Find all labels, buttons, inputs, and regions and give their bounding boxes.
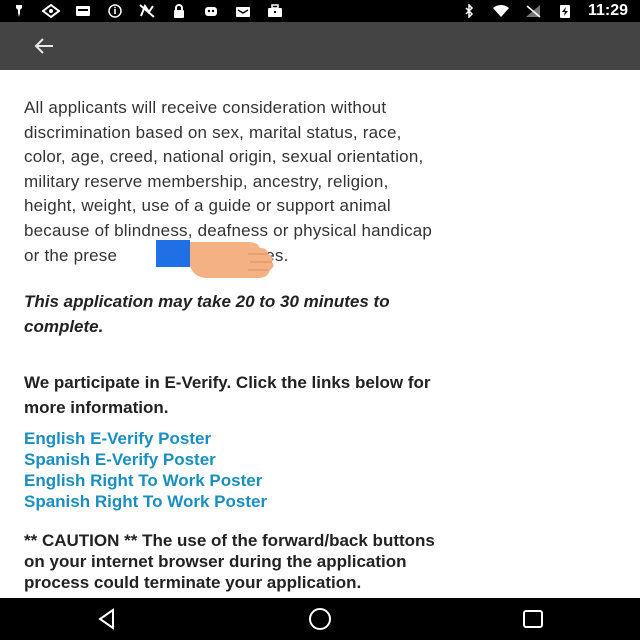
wifi-icon [492,4,510,18]
mail-icon [234,4,252,18]
caution-line: process could terminate your application… [24,573,362,593]
status-bar: 11:29 [0,0,640,22]
pointing-hand-icon [190,242,274,278]
link-spanish-right-to-work-poster[interactable]: Spanish Right To Work Poster [24,491,616,512]
back-triangle-icon [97,608,114,630]
home-circle-icon [308,608,331,630]
link-english-right-to-work-poster[interactable]: English Right To Work Poster [24,470,616,491]
poster-links: English E-Verify Poster Spanish E-Verify… [24,428,616,512]
main-content[interactable]: All applicants will receive consideratio… [24,96,616,598]
eeo-statement: All applicants will receive consideratio… [24,96,616,268]
eeo-line: military reserve membership, ancestry, r… [24,171,389,191]
time-note-line: This application may take 20 to 30 minut… [24,292,390,312]
everify-line: more information. [24,397,169,417]
arrow-left-icon [34,38,53,54]
touch-marker [156,240,190,267]
card-icon [74,4,92,18]
eeo-line: or the prese [24,245,118,265]
eeo-line: discrimination based on sex, marital sta… [24,122,402,142]
battery-charging-icon [556,4,574,18]
eeo-line: color, age, creed, national origin, sexu… [24,147,424,167]
nav-home-button[interactable] [290,598,350,640]
status-right-icons: 11:29 [460,2,640,20]
navigation-icon [42,4,60,18]
link-english-everify-poster[interactable]: English E-Verify Poster [24,428,616,449]
caution-notice: ** CAUTION ** The use of the forward/bac… [24,530,616,593]
status-clock: 11:29 [587,2,628,19]
recents-square-icon [523,610,544,628]
back-button[interactable] [20,22,68,70]
eeo-line: All applicants will receive consideratio… [24,98,387,117]
no-signal-icon [524,4,542,18]
caution-line: ** CAUTION ** The use of the forward/bac… [24,531,435,551]
app-bar [0,22,640,70]
info-icon [106,4,124,18]
caution-line: on your internet browser during the appl… [24,552,407,572]
status-left-icons [0,4,284,18]
everify-line: We participate in E-Verify. Click the li… [24,373,431,393]
nav-recents-button[interactable] [503,598,563,640]
pin-icon [10,4,28,18]
eeo-line: height, weight, use of a guide or suppor… [24,196,391,216]
lock-icon [170,4,188,18]
briefcase-icon [266,4,284,18]
time-note-line: complete. [24,316,104,336]
bluetooth-icon [460,4,478,18]
link-spanish-everify-poster[interactable]: Spanish E-Verify Poster [24,449,616,470]
time-estimate-note: This application may take 20 to 30 minut… [24,290,616,339]
navigation-bar [0,598,640,640]
android-icon [202,4,220,18]
nav-back-button[interactable] [77,598,137,640]
signal-off-icon [138,4,156,18]
everify-notice: We participate in E-Verify. Click the li… [24,371,616,420]
